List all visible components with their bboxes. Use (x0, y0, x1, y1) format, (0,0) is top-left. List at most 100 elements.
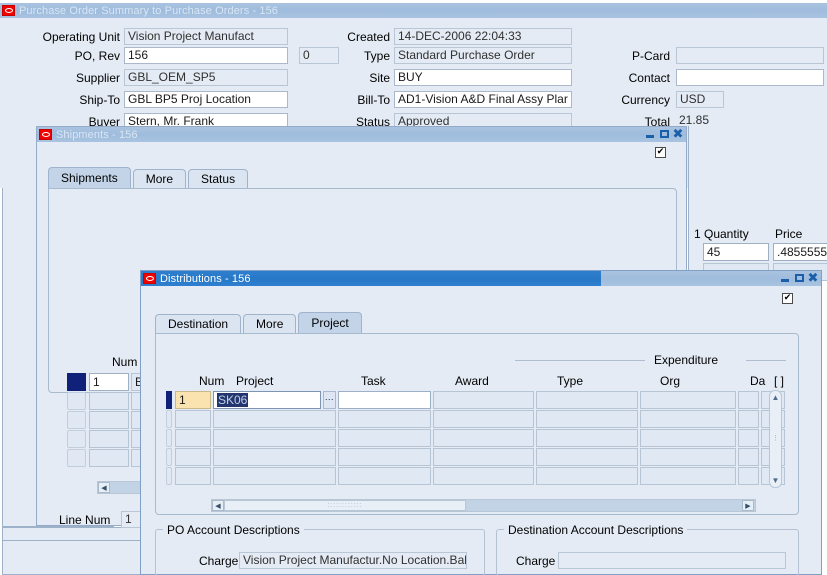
cell-num[interactable] (175, 409, 211, 428)
cell-da[interactable] (738, 409, 759, 428)
distributions-folder-checkbox[interactable]: ✔ (782, 293, 793, 304)
po-field-supplier[interactable]: GBL_OEM_SP5 (124, 69, 288, 86)
cell-type[interactable] (536, 409, 638, 428)
cell-project[interactable] (213, 447, 336, 466)
po-field-site[interactable]: BUY (394, 69, 572, 86)
po-field-type-label: Type (363, 49, 390, 63)
cell-task[interactable] (338, 466, 431, 485)
expenditure-rule-left (515, 360, 645, 361)
po-field-contact[interactable] (676, 69, 824, 86)
minimize-icon[interactable] (779, 272, 791, 284)
table-row[interactable] (166, 466, 787, 485)
cell-org[interactable] (640, 447, 736, 466)
cell-org[interactable] (640, 466, 736, 485)
po-field-created[interactable]: 14-DEC-2006 22:04:33 (394, 28, 572, 45)
po-field-pcard-label: P-Card (631, 49, 670, 63)
tab-more[interactable]: More (132, 169, 187, 188)
cell-org[interactable] (640, 390, 736, 409)
row-current-indicator (67, 372, 86, 391)
cell-award[interactable] (433, 447, 534, 466)
cell-da[interactable] (738, 390, 759, 409)
table-row[interactable] (166, 428, 787, 447)
cell-num[interactable] (175, 428, 211, 447)
col-header-award: Award (455, 374, 489, 388)
cell-da[interactable] (738, 466, 759, 485)
cell-right-price[interactable]: .48555555 (773, 243, 827, 261)
cell-da[interactable] (738, 428, 759, 447)
cell-type[interactable] (536, 390, 638, 409)
close-icon[interactable]: ✖ (807, 272, 819, 285)
cell-task[interactable] (338, 447, 431, 466)
col-header-project: Project (236, 374, 274, 388)
scroll-left-icon[interactable]: ◀ (212, 500, 224, 511)
cell-award[interactable] (433, 390, 534, 409)
tab-status[interactable]: Status (188, 169, 249, 188)
cell-project[interactable] (213, 428, 336, 447)
po-field-type[interactable]: Standard Purchase Order (394, 47, 572, 64)
tab-destination[interactable]: Destination (155, 314, 242, 333)
cell-org[interactable] (640, 428, 736, 447)
minimize-icon[interactable] (644, 128, 656, 140)
maximize-icon[interactable] (793, 272, 805, 284)
list-of-values-icon[interactable]: ⋯ (323, 390, 336, 409)
cell-project[interactable] (213, 409, 336, 428)
tab-project[interactable]: Project (298, 312, 362, 333)
cell-award[interactable] (433, 466, 534, 485)
cell-num[interactable]: 1 (175, 390, 211, 409)
distributions-vertical-scrollbar[interactable]: ▲ ⋮ ▼ (769, 390, 782, 488)
close-icon[interactable]: ✖ (672, 128, 684, 141)
cell-num[interactable] (89, 410, 129, 429)
maximize-icon[interactable] (658, 128, 670, 140)
scroll-down-icon[interactable]: ▼ (772, 476, 780, 485)
po-field-po-number[interactable]: 156 (124, 47, 288, 64)
destination-account-charge-field[interactable] (558, 552, 786, 569)
po-field-bill-to[interactable]: AD1-Vision A&D Final Assy Plar (394, 91, 572, 108)
cell-type[interactable] (536, 447, 638, 466)
po-field-ship-to[interactable]: GBL BP5 Proj Location (124, 91, 288, 108)
scrollbar-thumb[interactable]: :::::::::::: (224, 500, 466, 511)
po-field-currency[interactable]: USD (676, 91, 724, 108)
table-row[interactable] (166, 409, 787, 428)
cell-task[interactable] (338, 390, 431, 409)
row-current-indicator (166, 390, 172, 409)
window-distributions[interactable]: Distributions - 156 ✖ ✔ Destination More… (140, 270, 822, 575)
cell-award[interactable] (433, 409, 534, 428)
cell-right-quantity[interactable]: 45 (703, 243, 769, 261)
tab-shipments[interactable]: Shipments (48, 167, 131, 188)
cell-num[interactable] (89, 448, 129, 467)
cell-award[interactable] (433, 428, 534, 447)
cell-project[interactable] (213, 466, 336, 485)
titlebar-purchase-order-summary[interactable]: Purchase Order Summary to Purchase Order… (0, 3, 827, 18)
scroll-up-icon[interactable]: ▲ (772, 393, 780, 402)
shipments-line-num-label: Line Num (59, 513, 111, 527)
shipments-folder-checkbox[interactable]: ✔ (655, 147, 666, 158)
oracle-logo-icon (143, 273, 156, 284)
table-row[interactable]: 1 SK06 ⋯ (166, 390, 787, 409)
cell-task[interactable] (338, 409, 431, 428)
distributions-horizontal-scrollbar[interactable]: ◀ :::::::::::: ▶ (211, 499, 756, 512)
tab-more[interactable]: More (243, 314, 297, 333)
destination-account-descriptions-title: Destination Account Descriptions (504, 523, 688, 537)
scroll-left-icon[interactable]: ◀ (98, 482, 110, 493)
po-field-operating-unit[interactable]: Vision Project Manufact (124, 28, 288, 45)
po-account-charge-field[interactable]: Vision Project Manufactur.No Location.Ba… (239, 552, 467, 569)
row-indicator (67, 448, 86, 467)
po-field-pcard[interactable] (676, 47, 824, 64)
cell-org[interactable] (640, 409, 736, 428)
row-indicator (67, 410, 86, 429)
cell-project[interactable]: SK06 (213, 390, 321, 409)
cell-num[interactable] (175, 447, 211, 466)
titlebar-shipments[interactable]: Shipments - 156 ✖ (37, 127, 686, 142)
oracle-logo-icon (39, 129, 52, 140)
scrollbar-thumb[interactable]: ⋮ (772, 435, 779, 442)
cell-type[interactable] (536, 466, 638, 485)
cell-num[interactable]: 1 (89, 372, 129, 391)
cell-num[interactable] (89, 429, 129, 448)
cell-type[interactable] (536, 428, 638, 447)
table-row[interactable] (166, 447, 787, 466)
cell-num[interactable] (175, 466, 211, 485)
cell-da[interactable] (738, 447, 759, 466)
cell-num[interactable] (89, 391, 129, 410)
cell-task[interactable] (338, 428, 431, 447)
scroll-right-icon[interactable]: ▶ (742, 500, 754, 511)
